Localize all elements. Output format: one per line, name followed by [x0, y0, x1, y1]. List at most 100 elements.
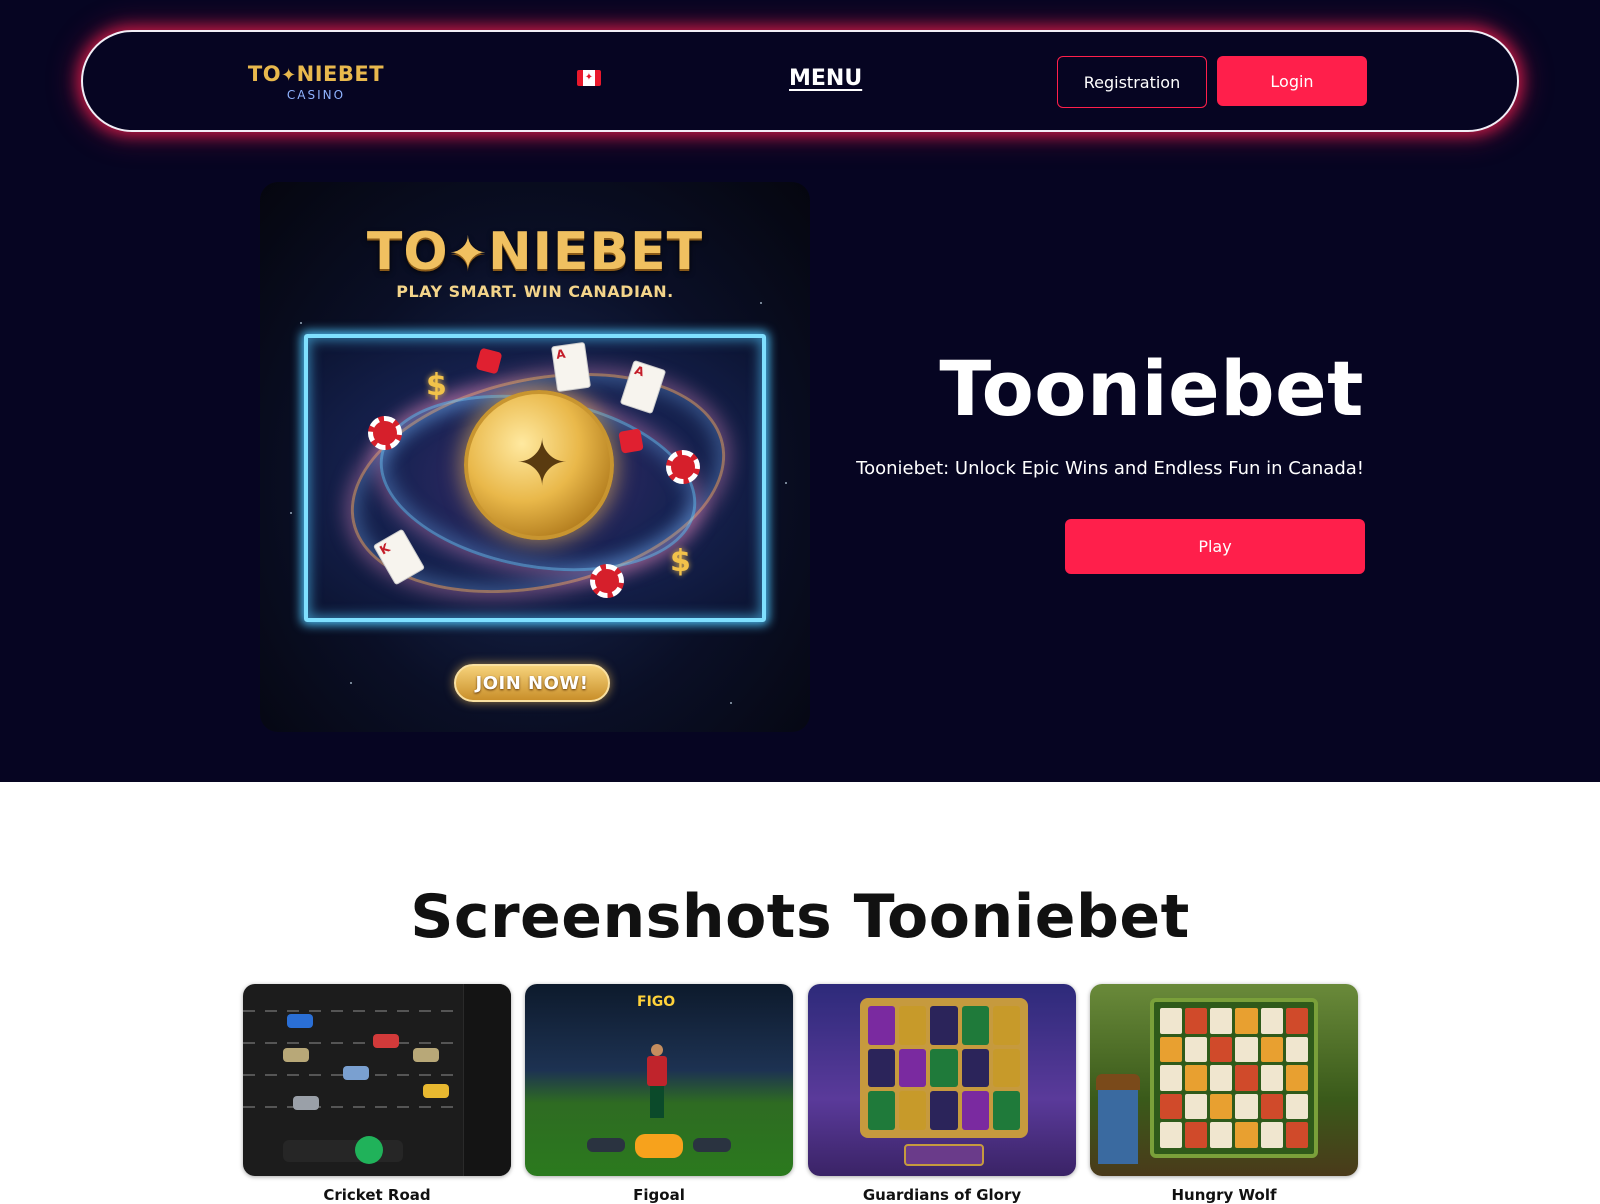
road-lane — [243, 1010, 463, 1012]
car-icon — [373, 1034, 399, 1048]
car-icon — [413, 1048, 439, 1062]
maple-leaf-icon: ✦ — [448, 226, 489, 280]
slot-symbol — [899, 1048, 927, 1088]
player-head — [651, 1044, 663, 1056]
slot-symbol — [930, 1006, 958, 1045]
slot-symbol — [1260, 1008, 1283, 1034]
slot-symbol — [1285, 1036, 1308, 1063]
slot-symbol — [1235, 1036, 1258, 1063]
slot-reels-grid — [1150, 998, 1318, 1158]
hunter-character — [1096, 1074, 1140, 1164]
slot-symbol — [1260, 1065, 1283, 1091]
control-pill — [587, 1138, 625, 1152]
slot-symbol — [1185, 1008, 1208, 1034]
logo-subtitle: CASINO — [286, 88, 346, 102]
banner-logo-title: TO✦NIEBET — [260, 222, 810, 283]
flag-maple-leaf: ✦ — [583, 70, 595, 86]
join-now-button[interactable]: JOIN NOW! — [454, 664, 610, 702]
bet-controls-bar — [283, 1140, 403, 1162]
slot-symbol — [961, 1006, 989, 1045]
logo-prefix: TO — [247, 62, 282, 86]
screenshots-section: Screenshots Tooniebet Cricket Road FIGO … — [0, 782, 1600, 1204]
maple-leaf-icon: ✦ — [515, 427, 569, 501]
slot-symbol — [1185, 1036, 1208, 1063]
game-label-figoal[interactable]: Figoal — [525, 1186, 793, 1204]
slot-symbol — [1160, 1093, 1183, 1120]
game-thumbnail-cricket-road[interactable] — [243, 984, 511, 1176]
star-dot — [785, 482, 787, 484]
slot-reels-grid — [860, 998, 1028, 1138]
top-navbar: TO✦NIEBET CASINO ✦ MENU Registration Log… — [81, 30, 1519, 132]
game-thumbnail-hungry-wolf[interactable] — [1090, 984, 1358, 1176]
slot-symbol — [1210, 1065, 1233, 1091]
slot-symbol — [992, 1091, 1020, 1130]
neon-frame: ✦ A A K $ $ — [304, 334, 766, 622]
slot-symbol — [899, 1091, 927, 1130]
casino-chip-icon — [590, 564, 624, 598]
site-logo[interactable]: TO✦NIEBET CASINO — [241, 62, 391, 102]
slot-symbol — [961, 1048, 989, 1088]
flag-right-band — [595, 70, 601, 86]
registration-button[interactable]: Registration — [1057, 56, 1207, 108]
slot-symbol — [1160, 1008, 1183, 1034]
figoal-logo: FIGO — [637, 994, 676, 1010]
casino-chip-icon — [666, 450, 700, 484]
canada-flag-icon[interactable]: ✦ — [577, 70, 601, 86]
hunter-hat — [1096, 1074, 1140, 1090]
slot-symbol — [1160, 1122, 1183, 1148]
banner-title-prefix: TO — [366, 222, 449, 282]
star-dot — [350, 682, 352, 684]
game-thumbnail-figoal[interactable]: FIGO — [525, 984, 793, 1176]
slot-symbol — [1260, 1122, 1283, 1148]
game-sidebar-panel — [463, 984, 511, 1176]
slot-symbol — [992, 1048, 1020, 1088]
slot-symbol — [868, 1048, 896, 1088]
game-thumbnail-guardians-of-glory[interactable] — [808, 984, 1076, 1176]
maple-leaf-icon: ✦ — [281, 65, 297, 86]
promo-banner-image[interactable]: TO✦NIEBET PLAY SMART. WIN CANADIAN. ✦ A … — [260, 182, 810, 732]
slot-symbol — [930, 1048, 958, 1088]
slot-symbol — [1235, 1093, 1258, 1120]
game-label-hungry-wolf[interactable]: Hungry Wolf — [1090, 1186, 1358, 1204]
control-pill — [693, 1138, 731, 1152]
slot-symbol — [1185, 1122, 1208, 1148]
slot-symbol — [1160, 1065, 1183, 1091]
car-icon — [343, 1066, 369, 1080]
slot-symbol — [1260, 1093, 1283, 1120]
player-legs — [650, 1086, 664, 1118]
slot-symbol — [930, 1091, 958, 1130]
car-icon — [293, 1096, 319, 1110]
banner-tagline: PLAY SMART. WIN CANADIAN. — [396, 282, 674, 301]
logo-wordmark: TO✦NIEBET — [241, 62, 391, 88]
slot-symbol — [1285, 1122, 1308, 1148]
dice-icon — [618, 428, 644, 454]
player-torso — [647, 1056, 667, 1086]
login-button[interactable]: Login — [1217, 56, 1367, 106]
kick-button-icon — [635, 1134, 683, 1158]
car-icon — [287, 1014, 313, 1028]
star-dot — [290, 512, 292, 514]
game-label-guardians-of-glory[interactable]: Guardians of Glory — [808, 1186, 1076, 1204]
menu-link[interactable]: MENU — [789, 66, 862, 91]
slot-symbol — [1235, 1122, 1258, 1148]
star-dot — [730, 702, 732, 704]
toonie-coin-icon: ✦ — [464, 390, 614, 540]
screenshots-title: Screenshots Tooniebet — [410, 882, 1190, 952]
dice-icon — [475, 347, 503, 375]
star-dot — [300, 322, 302, 324]
slot-symbol — [1260, 1036, 1283, 1063]
car-icon — [283, 1048, 309, 1062]
dollar-icon: $ — [426, 368, 447, 403]
slot-symbol — [1235, 1008, 1258, 1034]
slot-symbol — [899, 1006, 927, 1045]
dollar-icon: $ — [670, 544, 691, 579]
game-label-cricket-road[interactable]: Cricket Road — [243, 1186, 511, 1204]
slot-symbol — [992, 1006, 1020, 1045]
road-lane — [243, 1042, 463, 1044]
win-plaque — [904, 1144, 984, 1166]
road-lane — [243, 1106, 463, 1108]
play-button[interactable]: Play — [1065, 519, 1365, 574]
casino-chip-icon — [368, 416, 402, 450]
playing-card-icon: A — [550, 341, 592, 393]
slot-symbol — [1210, 1122, 1233, 1148]
